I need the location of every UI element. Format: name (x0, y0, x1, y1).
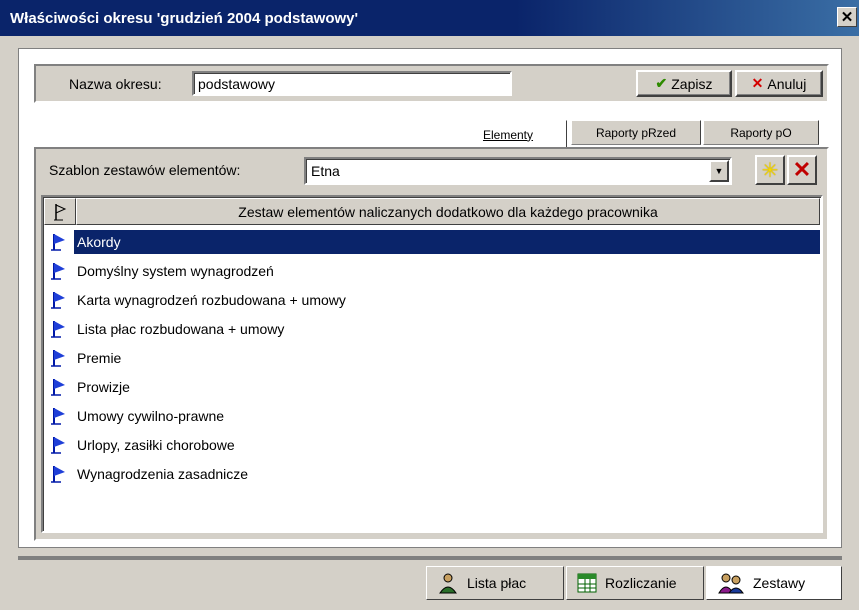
list-item-label: Domyślny system wynagrodzeń (77, 262, 274, 279)
spreadsheet-icon (577, 573, 597, 593)
column-header-title[interactable]: Zestaw elementów naliczanych dodatkowo d… (76, 198, 820, 225)
list-item[interactable]: Akordy (44, 227, 820, 256)
chevron-down-icon: ▼ (714, 166, 724, 176)
template-label: Szablon zestawów elementów: (49, 162, 241, 178)
flag-icon (54, 203, 67, 220)
save-button-label: Zapisz (671, 75, 713, 92)
delete-x-icon: ✕ (792, 157, 812, 182)
tab-zestawy-label: Zestawy (753, 575, 806, 591)
list-item-label: Premie (77, 349, 122, 366)
close-button[interactable]: ✕ (837, 7, 857, 27)
window-title: Właściwości okresu 'grudzień 2004 podsta… (10, 9, 359, 27)
list-item-label: Urlopy, zasiłki chorobowe (77, 436, 235, 453)
grid-header: Zestaw elementów naliczanych dodatkowo d… (44, 198, 820, 225)
dialog-body: Nazwa okresu: ✔ Zapisz ✕ Anuluj Elementy… (18, 48, 842, 548)
tab-raporty-po[interactable]: Raporty pO (703, 120, 819, 145)
list-item-label: Akordy (74, 229, 820, 254)
list-item-label: Wynagrodzenia zasadnicze (77, 465, 249, 482)
grid-rows: Akordy Domyślny system wynagrodzeń Karta w… (44, 227, 820, 488)
cancel-button[interactable]: ✕ Anuluj (735, 70, 823, 97)
checkmark-icon: ✔ (655, 75, 668, 91)
list-item-label: Karta wynagrodzeń rozbudowana + umowy (77, 291, 346, 308)
people-icon (718, 573, 744, 594)
period-name-input[interactable] (192, 71, 512, 96)
list-item[interactable]: Premie (44, 343, 820, 372)
list-item[interactable]: Karta wynagrodzeń rozbudowana + umowy (44, 285, 820, 314)
flag-icon (44, 407, 74, 425)
tab-zestawy[interactable]: Zestawy (706, 566, 842, 600)
flag-icon (44, 320, 74, 338)
list-item[interactable]: Lista płac rozbudowana + umowy (44, 314, 820, 343)
list-item-label: Umowy cywilno-prawne (77, 407, 225, 424)
template-combobox[interactable]: Etna ▼ (304, 157, 732, 185)
tab-lista-plac-label: Lista płac (467, 575, 527, 591)
tab-rozliczanie[interactable]: Rozliczanie (566, 566, 704, 600)
dropdown-arrow-button[interactable]: ▼ (709, 160, 729, 182)
list-item[interactable]: Urlopy, zasiłki chorobowe (44, 430, 820, 459)
new-template-button[interactable]: ✳ (755, 155, 785, 185)
flag-icon (44, 291, 74, 309)
delete-template-button[interactable]: ✕ (787, 155, 817, 185)
tab-rozliczanie-label: Rozliczanie (605, 575, 677, 591)
list-item-label: Lista płac rozbudowana + umowy (77, 320, 285, 337)
list-item[interactable]: Wynagrodzenia zasadnicze (44, 459, 820, 488)
sparkle-icon: ✳ (761, 159, 779, 182)
elements-panel: Szablon zestawów elementów: Etna ▼ ✳ ✕ Z… (34, 147, 829, 541)
flag-icon (44, 378, 74, 396)
tab-raporty-przed[interactable]: Raporty pRzed (571, 120, 701, 145)
bottom-separator (18, 556, 842, 560)
flag-icon (44, 233, 74, 251)
tab-lista-plac[interactable]: Lista płac (426, 566, 564, 600)
element-sets-grid[interactable]: Zestaw elementów naliczanych dodatkowo d… (41, 195, 823, 533)
tab-elementy[interactable]: Elementy (449, 120, 567, 148)
save-button[interactable]: ✔ Zapisz (636, 70, 732, 97)
flag-icon (44, 349, 74, 367)
tab-raporty-przed-label: Raporty pRzed (595, 125, 677, 140)
list-item[interactable]: Domyślny system wynagrodzeń (44, 256, 820, 285)
column-icon-header[interactable] (44, 198, 76, 225)
flag-icon (44, 436, 74, 454)
close-icon: ✕ (840, 9, 854, 26)
tab-elementy-label: Elementy (482, 127, 534, 142)
flag-icon (44, 262, 74, 280)
title-bar: Właściwości okresu 'grudzień 2004 podsta… (0, 0, 859, 36)
period-name-panel: Nazwa okresu: ✔ Zapisz ✕ Anuluj (34, 64, 829, 103)
cross-icon: ✕ (751, 75, 764, 91)
template-value: Etna (311, 163, 340, 179)
period-name-label: Nazwa okresu: (69, 76, 162, 92)
list-item[interactable]: Umowy cywilno-prawne (44, 401, 820, 430)
tab-raporty-po-label: Raporty pO (730, 125, 792, 140)
list-item-label: Prowizje (77, 378, 130, 395)
cancel-button-label: Anuluj (767, 75, 807, 92)
person-icon (439, 573, 457, 594)
column-header-label: Zestaw elementów naliczanych dodatkowo d… (238, 203, 658, 220)
flag-icon (44, 465, 74, 483)
list-item[interactable]: Prowizje (44, 372, 820, 401)
